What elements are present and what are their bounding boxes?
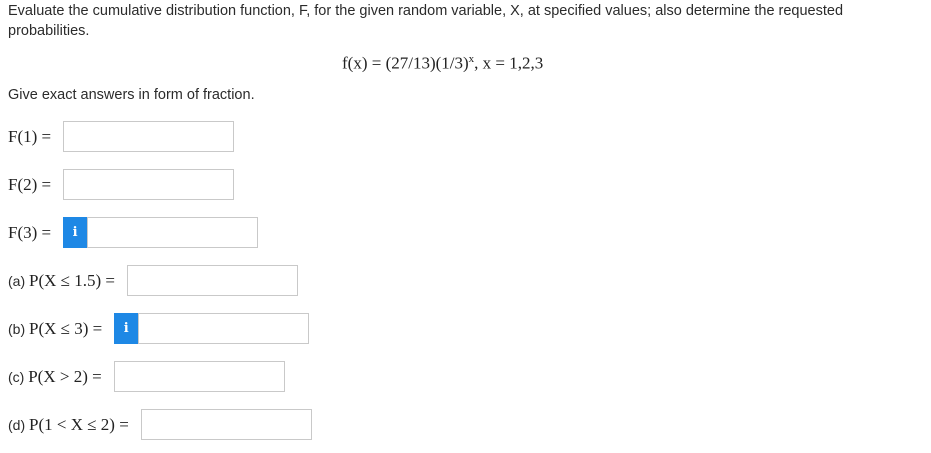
question-text: Evaluate the cumulative distribution fun… — [8, 3, 844, 39]
answer-input-f3[interactable] — [87, 217, 259, 248]
formula-tail: , x = 1,2,3 — [474, 53, 544, 73]
answer-row-a: (a) P(X ≤ 1.5) = — [8, 264, 298, 297]
answer-input-d[interactable] — [140, 409, 312, 440]
answer-label: F(3) = — [8, 222, 52, 242]
answer-input-a[interactable] — [126, 265, 298, 296]
answer-row-d: (d) P(1 < X ≤ 2) = — [8, 408, 312, 441]
answer-input-b[interactable] — [138, 313, 310, 344]
answer-row-c: (c) P(X > 2) = — [8, 360, 285, 393]
answer-row-f3: F(3) = i — [8, 216, 259, 249]
answer-input-c[interactable] — [113, 361, 285, 392]
answer-row-f1: F(1) = — [8, 120, 235, 153]
answer-label: (d) P(1 < X ≤ 2) = — [8, 414, 129, 434]
answer-label: (a) P(X ≤ 1.5) = — [8, 270, 115, 290]
answer-input-f2[interactable] — [63, 169, 235, 200]
pmf-formula: f(x) = (27/13)(1/3)x, x = 1,2,3 — [342, 53, 543, 74]
answer-label: (b) P(X ≤ 3) = — [8, 318, 103, 338]
answer-input-f1[interactable] — [63, 121, 235, 152]
formula-main: f(x) = (27/13)(1/3) — [342, 53, 469, 73]
answer-row-b: (b) P(X ≤ 3) = i — [8, 312, 310, 345]
info-icon[interactable]: i — [114, 313, 139, 344]
answer-label: F(2) = — [8, 174, 52, 194]
instruction-text: Give exact answers in form of fraction. — [8, 87, 255, 103]
answer-label: (c) P(X > 2) = — [8, 366, 102, 386]
answer-row-f2: F(2) = — [8, 168, 235, 201]
answer-label: F(1) = — [8, 126, 52, 146]
info-icon[interactable]: i — [63, 217, 88, 248]
